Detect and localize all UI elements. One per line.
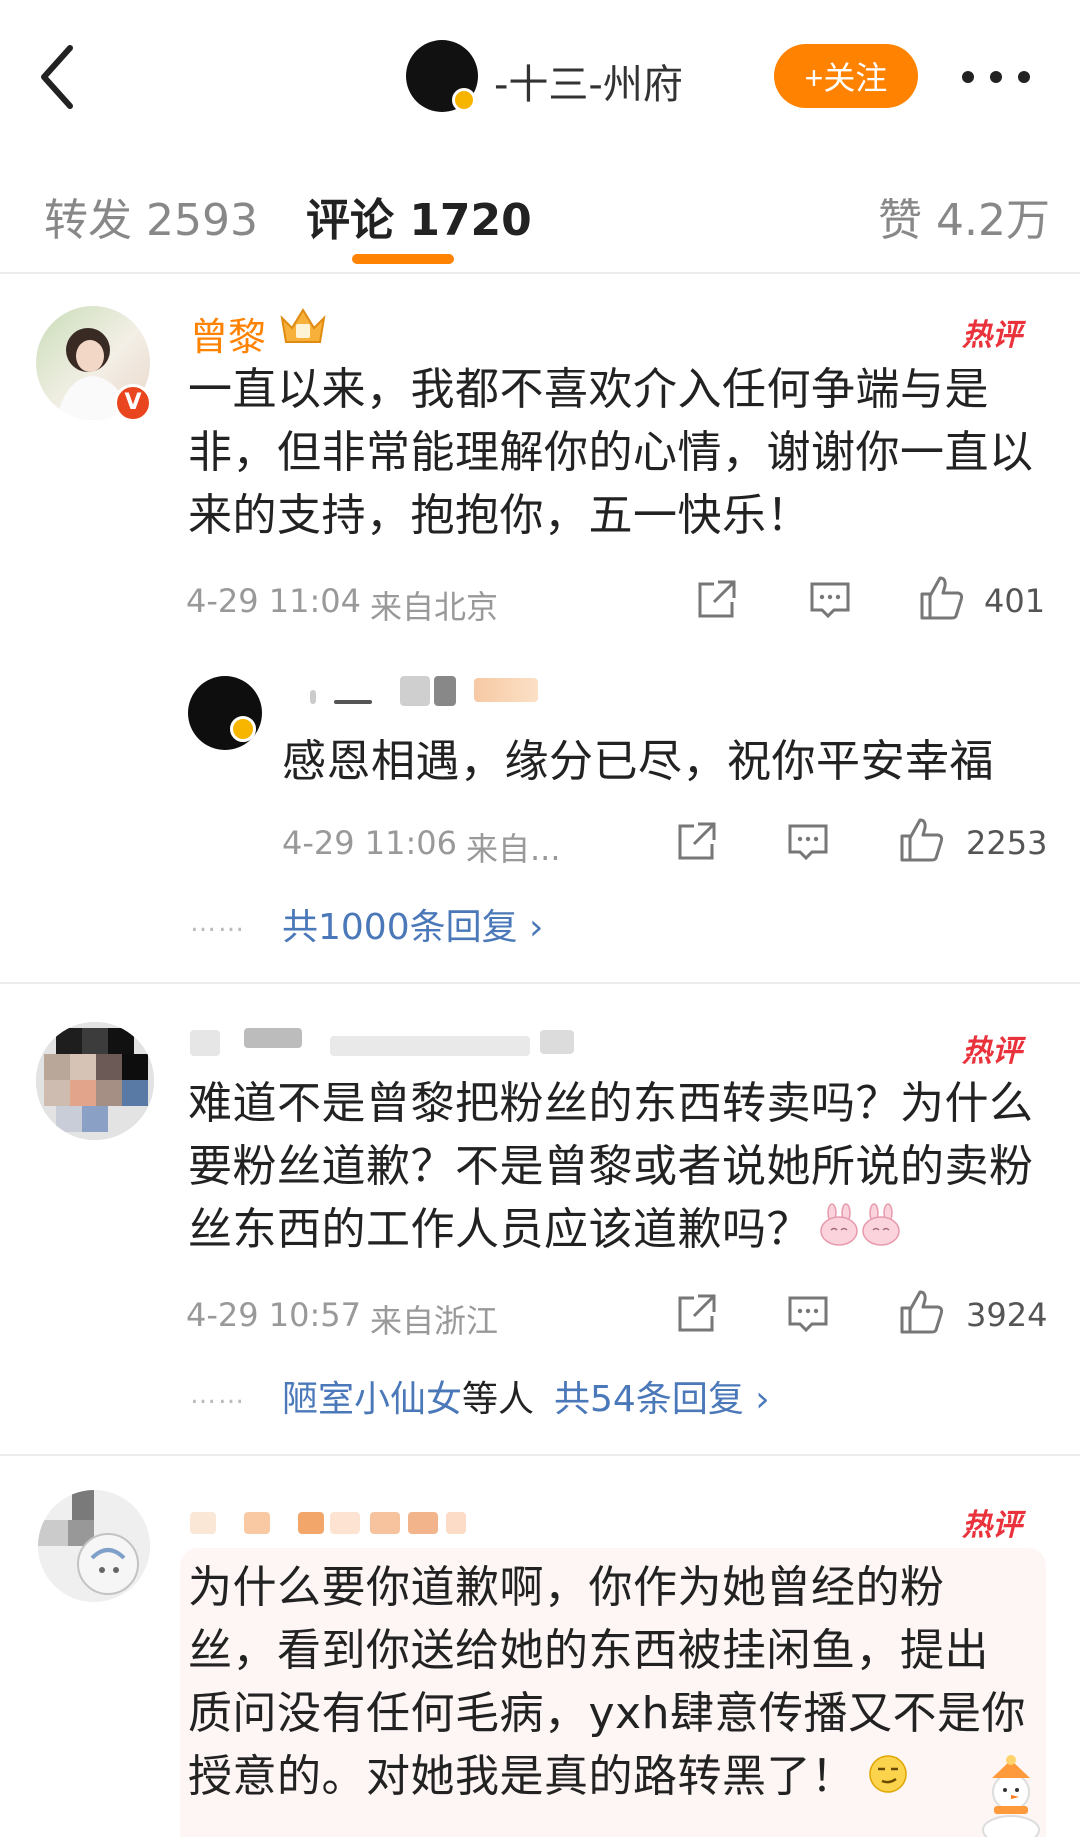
like-count: 2253 [966,824,1048,862]
reply-text: 感恩相遇，缘分已尽，祝你平安幸福 [282,736,994,787]
comment-location: 来自北京 [370,588,499,626]
follow-button[interactable]: +关注 [774,44,918,108]
comment-icon[interactable] [808,578,852,622]
comment-time: 4-29 10:57 [186,1296,362,1334]
hot-comment-badge: 热评 [962,318,1022,353]
divider [0,982,1080,984]
share-icon[interactable] [674,1292,718,1336]
top-bar: -十三-州府 +关注 [0,0,1080,152]
reply-preview-link[interactable]: 陋室小仙女等人 共54条回复 › [282,1370,770,1422]
vip-crown-icon [276,302,330,348]
author-name[interactable]: -十三-州府 [494,52,683,110]
verified-badge-icon [230,716,256,742]
redacted-username [310,690,316,704]
more-dots: …… [190,908,246,938]
active-tab-indicator [352,254,454,264]
comment-text: 难道不是曾黎把粉丝的东西转卖吗？为什么 要粉丝道歉？不是曾黎或者说她所说的卖粉 … [188,1072,1034,1264]
reply-location: 来自... [466,830,561,868]
redacted-username [190,1030,220,1056]
tab-likes[interactable]: 赞 4.2万 [878,184,1050,248]
comment-icon[interactable] [786,820,830,864]
like-thumb-icon[interactable] [918,574,966,622]
share-icon[interactable] [674,820,718,864]
more-options-icon[interactable] [962,62,1042,92]
hot-comment-badge: 热评 [962,1034,1022,1069]
commenter-name[interactable]: 曾黎 [190,306,266,361]
divider [0,1454,1080,1456]
comment-time: 4-29 11:04 [186,582,362,620]
bunny-emoji-icon [819,1201,903,1264]
like-count: 3924 [966,1296,1048,1334]
like-thumb-icon[interactable] [898,816,946,864]
redacted-badge [474,678,538,702]
comment-location: 来自浙江 [370,1302,499,1340]
like-thumb-icon[interactable] [898,1288,946,1336]
comment-text: 为什么要你道歉啊，你作为她曾经的粉 丝，看到你送给她的东西被挂闲鱼，提出 质问没… [188,1556,1026,1811]
commenter-avatar[interactable] [38,1490,150,1602]
share-icon[interactable] [694,578,738,622]
more-dots: …… [190,1380,246,1410]
tab-comments[interactable]: 评论 1720 [306,184,532,248]
verified-badge-icon [452,88,476,112]
comment-icon[interactable] [786,1292,830,1336]
snowman-sticker-icon [968,1754,1054,1841]
back-arrow-icon[interactable] [38,42,78,112]
hot-comment-badge: 热评 [962,1508,1022,1543]
comment-text: 一直以来，我都不喜欢介入任何争端与是 非，但非常能理解你的心情，谢谢你一直以 来… [188,364,1034,541]
smirk-emoji-icon [868,1748,908,1811]
view-replies-link[interactable]: 共1000条回复 › [282,898,543,950]
tab-bar: 转发 2593 评论 1720 赞 4.2万 [0,150,1080,274]
commenter-avatar[interactable] [36,1022,154,1140]
tab-repost[interactable]: 转发 2593 [44,184,258,248]
verified-v-icon: V [114,384,152,422]
reply-time: 4-29 11:06 [282,824,458,862]
redacted-username [190,1512,216,1534]
like-count: 401 [984,582,1046,620]
